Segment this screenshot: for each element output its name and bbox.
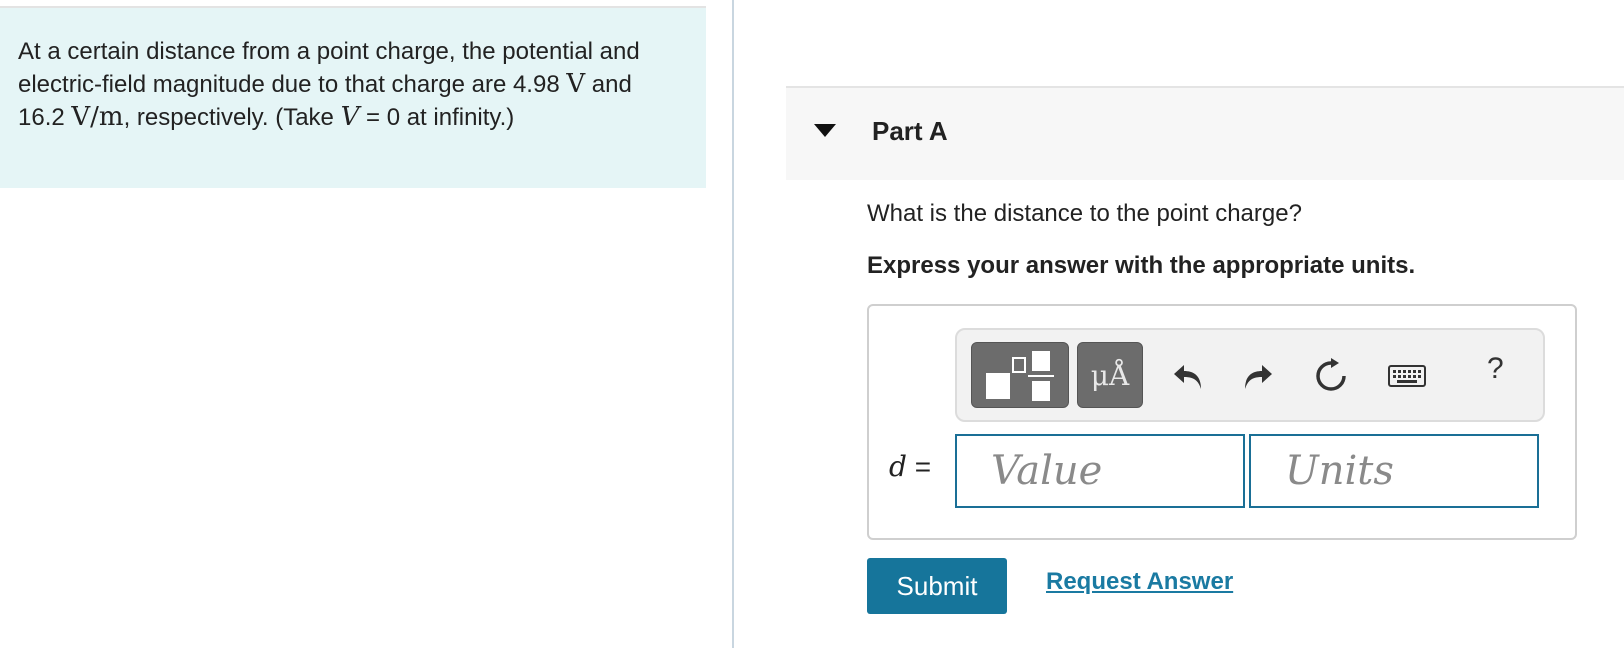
unit-volts-per-meter: V/m [71, 102, 124, 132]
problem-text-part: , respectively. (Take [123, 104, 341, 131]
problem-text-part: At a certain distance from a point charg… [18, 38, 640, 98]
value-input[interactable] [955, 434, 1245, 508]
problem-text: At a certain distance from a point charg… [18, 36, 678, 134]
math-toolbar: μÅ ? [955, 328, 1545, 422]
column-divider [732, 0, 734, 648]
submit-button[interactable]: Submit [867, 558, 1007, 614]
unit-volts: V [566, 69, 586, 99]
keyboard-icon[interactable] [1387, 358, 1427, 394]
part-header[interactable]: Part A [786, 86, 1624, 180]
request-answer-link[interactable]: Request Answer [1046, 568, 1233, 596]
undo-icon[interactable] [1171, 358, 1207, 394]
help-icon[interactable]: ? [1487, 352, 1504, 386]
templates-button[interactable] [971, 342, 1069, 408]
part-title: Part A [872, 116, 948, 146]
units-input[interactable] [1249, 434, 1539, 508]
equals-sign: = [906, 451, 932, 482]
problem-text-part: = 0 at infinity.) [359, 104, 515, 131]
units-button[interactable]: μÅ [1077, 342, 1143, 408]
question-text: What is the distance to the point charge… [867, 200, 1302, 227]
variable-potential: V [340, 102, 360, 132]
answer-variable-label: d = [889, 450, 931, 483]
reset-icon[interactable] [1313, 358, 1349, 394]
collapse-triangle-icon[interactable] [814, 124, 836, 137]
variable-d: d [889, 450, 907, 483]
problem-statement-panel: At a certain distance from a point charg… [0, 6, 706, 188]
instruction-text: Express your answer with the appropriate… [867, 252, 1416, 279]
redo-icon[interactable] [1239, 358, 1275, 394]
answer-area: μÅ ? d = [867, 304, 1577, 540]
